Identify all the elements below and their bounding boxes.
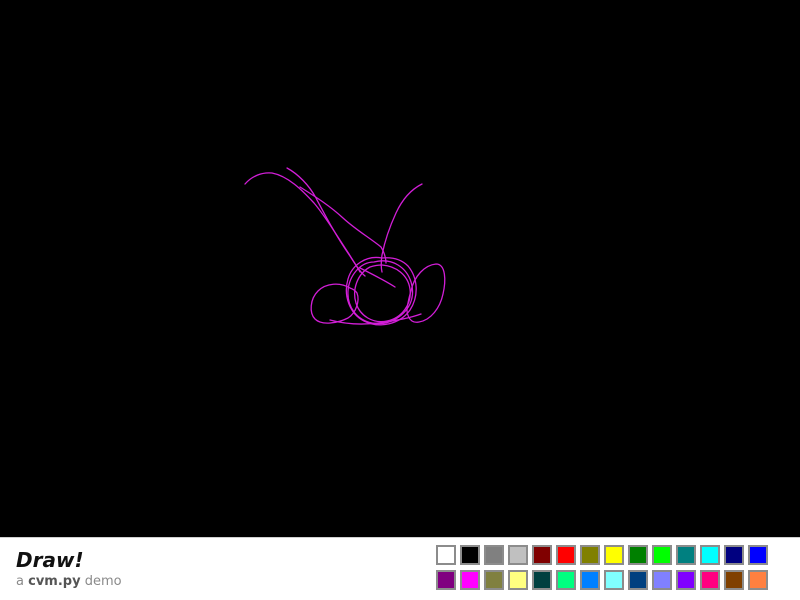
color-swatch[interactable] [676, 570, 696, 590]
color-swatch[interactable] [604, 570, 624, 590]
subtitle-prefix: a [16, 574, 29, 589]
color-swatch[interactable] [748, 545, 768, 565]
stroke-left-antenna-second [286, 167, 361, 273]
subtitle-suffix: demo [80, 574, 122, 589]
color-swatch[interactable] [604, 545, 624, 565]
subtitle-module-name: cvm.py [28, 574, 81, 589]
color-swatch[interactable] [508, 545, 528, 565]
color-swatch[interactable] [532, 545, 552, 565]
stroke-left-loop [310, 283, 359, 324]
color-swatch[interactable] [580, 570, 600, 590]
color-swatch[interactable] [460, 545, 480, 565]
stroke-inner-cross [359, 267, 396, 288]
drawing-canvas[interactable] [0, 0, 800, 537]
color-swatch[interactable] [484, 545, 504, 565]
drawing-surface[interactable] [0, 0, 800, 537]
color-swatch[interactable] [556, 570, 576, 590]
app-title: Draw! [16, 548, 84, 572]
color-palette [436, 545, 772, 590]
color-swatch[interactable] [748, 570, 768, 590]
stroke-left-antenna [244, 172, 366, 277]
color-swatch[interactable] [676, 545, 696, 565]
color-swatch[interactable] [628, 545, 648, 565]
color-swatch[interactable] [460, 570, 480, 590]
color-swatch[interactable] [724, 545, 744, 565]
stroke-right-antenna [380, 183, 423, 273]
color-swatch[interactable] [652, 570, 672, 590]
stroke-left-antenna-inner [299, 186, 387, 264]
color-swatch[interactable] [484, 570, 504, 590]
color-swatch[interactable] [508, 570, 528, 590]
bottom-toolbar: Draw! a cvm.py demo [0, 537, 800, 600]
drawn-strokes [244, 167, 446, 326]
color-swatch[interactable] [532, 570, 552, 590]
color-swatch[interactable] [700, 545, 720, 565]
color-swatch[interactable] [700, 570, 720, 590]
color-swatch[interactable] [556, 545, 576, 565]
color-swatch[interactable] [580, 545, 600, 565]
color-swatch[interactable] [652, 545, 672, 565]
app-window: Draw! a cvm.py demo [0, 0, 800, 600]
stroke-body-loop [347, 260, 414, 325]
color-swatch[interactable] [436, 545, 456, 565]
color-swatch[interactable] [628, 570, 648, 590]
color-swatch[interactable] [724, 570, 744, 590]
color-swatch[interactable] [436, 570, 456, 590]
app-subtitle: a cvm.py demo [16, 574, 122, 590]
